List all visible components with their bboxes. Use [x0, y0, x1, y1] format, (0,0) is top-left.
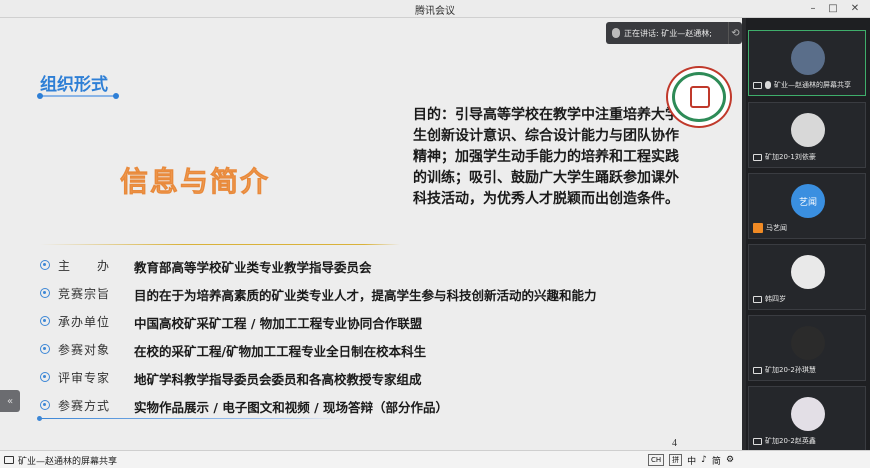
participant-name: 矿加20-2孙琪慧: [765, 366, 816, 374]
window-title: 腾讯会议: [415, 6, 455, 17]
info-key: 参赛方式: [58, 399, 111, 413]
participant-name: 矿加20-1刘依豪: [765, 153, 816, 161]
camera-icon: [753, 153, 762, 161]
participant-tile[interactable]: 艺闻 马艺闻: [748, 173, 866, 239]
headline-underline: [40, 244, 400, 245]
participant-tile[interactable]: 矿加20-1刘依豪: [748, 102, 866, 168]
info-item: 主 办 教育部高等学校矿业类专业教学指导委员会: [36, 252, 696, 280]
camera-icon: [753, 437, 762, 445]
info-key: 主 办: [58, 259, 111, 273]
bullet-icon: [40, 400, 50, 410]
participant-tile[interactable]: 矿业—赵通林的屏幕共享: [748, 30, 866, 96]
camera-icon: [753, 295, 762, 303]
section-title: 组织形式: [40, 75, 108, 95]
info-value: 中国高校矿采矿工程 / 物加工工程专业协同合作联盟: [134, 316, 423, 331]
avatar: [791, 397, 825, 431]
slide: 组织形式 信息与简介 目的：引导高等学校在教学中注重培养大学生创新设计意识、综合…: [0, 18, 742, 450]
section-underline: [40, 95, 116, 97]
maximize-button[interactable]: □: [826, 2, 840, 16]
mic-icon: [612, 28, 620, 38]
info-item: 参赛对象 在校的采矿工程/矿物加工工程专业全日制在校本科生: [36, 336, 696, 364]
info-item: 评审专家 地矿学科教学指导委员会委员和各高校教授专家组成: [36, 364, 696, 392]
avatar: 艺闻: [791, 184, 825, 218]
info-item: 承办单位 中国高校矿采矿工程 / 物加工工程专业协同合作联盟: [36, 308, 696, 336]
section-dot-right: [113, 93, 119, 99]
participant-label: 矿业—赵通林的屏幕共享: [753, 79, 851, 91]
avatar: [791, 113, 825, 147]
title-bar: 腾讯会议 – □ ✕: [0, 0, 870, 18]
mic-icon: [765, 81, 771, 89]
bullet-icon: [40, 344, 50, 354]
info-key: 竞赛宗旨: [58, 287, 111, 301]
participant-panel: 矿业—赵通林的屏幕共享 矿加20-1刘依豪 艺闻 马艺闻 韩四岁 矿加20-2孙…: [746, 18, 870, 452]
collapse-arrow-icon[interactable]: ⟲: [728, 22, 742, 44]
info-key: 评审专家: [58, 371, 111, 385]
info-value: 在校的采矿工程/矿物加工工程专业全日制在校本科生: [134, 344, 427, 359]
participant-tile[interactable]: 矿加20-2孙琪慧: [748, 315, 866, 381]
avatar: [791, 326, 825, 360]
info-value: 目的在于为培养高素质的矿业类专业人才，提高学生参与科技创新活动的兴趣和能力: [134, 288, 597, 303]
close-button[interactable]: ✕: [848, 2, 862, 16]
participant-name: 矿加20-2赵英鑫: [765, 437, 816, 445]
ime-simplified[interactable]: 简: [712, 454, 721, 467]
footer-line: [40, 418, 340, 419]
ime-pinyin[interactable]: 拼: [669, 454, 683, 466]
university-logo: [666, 66, 732, 128]
share-label: 矿业—赵通林的屏幕共享: [18, 456, 118, 467]
user-badge-icon: [753, 223, 763, 233]
speaking-label: 正在讲话: 矿业—赵通林;: [624, 28, 712, 38]
shared-screen: 组织形式 信息与简介 目的：引导高等学校在教学中注重培养大学生创新设计意识、综合…: [0, 18, 746, 450]
info-item: 参赛方式 实物作品展示 / 电子图文和视频 / 现场答辩（部分作品）: [36, 392, 696, 420]
minimize-button[interactable]: –: [806, 2, 820, 16]
avatar: [791, 255, 825, 289]
participant-name: 韩四岁: [765, 295, 786, 303]
ime-music-icon[interactable]: ♪: [701, 455, 707, 465]
section-dot-left: [37, 93, 43, 99]
bullet-icon: [40, 316, 50, 326]
footer-dot: [37, 416, 42, 421]
ime-chinese[interactable]: 中: [687, 454, 696, 467]
slide-headline: 信息与简介: [120, 165, 271, 199]
ime-lang[interactable]: CH: [648, 454, 665, 466]
screen-share-icon: [4, 456, 14, 464]
purpose-text: 目的：引导高等学校在教学中注重培养大学生创新设计意识、综合设计能力与团队协作精神…: [413, 107, 679, 207]
share-indicator[interactable]: 矿业—赵通林的屏幕共享: [4, 453, 117, 467]
camera-icon: [753, 366, 762, 374]
bullet-icon: [40, 288, 50, 298]
info-list: 主 办 教育部高等学校矿业类专业教学指导委员会 竞赛宗旨 目的在于为培养高素质的…: [36, 252, 696, 420]
page-number: 4: [672, 438, 677, 449]
participant-label: 矿加20-1刘依豪: [753, 151, 816, 163]
participant-name: 矿业—赵通林的屏幕共享: [774, 81, 851, 89]
participant-name: 马艺闻: [766, 224, 787, 232]
info-key: 参赛对象: [58, 343, 111, 357]
ime-toolbar: CH 拼 中 ♪ 简 ⚙: [648, 453, 734, 467]
participant-label: 马艺闻: [753, 222, 787, 234]
speaking-indicator: 正在讲话: 矿业—赵通林; ⟲: [606, 22, 742, 44]
info-value: 教育部高等学校矿业类专业教学指导委员会: [134, 260, 372, 275]
info-value: 实物作品展示 / 电子图文和视频 / 现场答辩（部分作品）: [134, 400, 449, 415]
logo-emblem: [690, 86, 710, 108]
side-toggle-button[interactable]: «: [0, 390, 20, 412]
ime-settings-icon[interactable]: ⚙: [726, 455, 734, 465]
participant-label: 矿加20-2赵英鑫: [753, 435, 816, 447]
participant-tile[interactable]: 韩四岁: [748, 244, 866, 310]
participant-label: 韩四岁: [753, 293, 786, 305]
participant-label: 矿加20-2孙琪慧: [753, 364, 816, 376]
info-item: 竞赛宗旨 目的在于为培养高素质的矿业类专业人才，提高学生参与科技创新活动的兴趣和…: [36, 280, 696, 308]
participant-tile[interactable]: 矿加20-2赵英鑫: [748, 386, 866, 452]
meeting-app: 腾讯会议 – □ ✕ 组织形式 信息与简介 目的：引导高等学校在教学中注重培养大…: [0, 0, 870, 468]
info-key: 承办单位: [58, 315, 111, 329]
avatar: [791, 41, 825, 75]
info-value: 地矿学科教学指导委员会委员和各高校教授专家组成: [134, 372, 422, 387]
taskbar: 矿业—赵通林的屏幕共享 CH 拼 中 ♪ 简 ⚙: [0, 450, 870, 468]
screen-share-icon: [753, 81, 762, 89]
bullet-icon: [40, 260, 50, 270]
bullet-icon: [40, 372, 50, 382]
